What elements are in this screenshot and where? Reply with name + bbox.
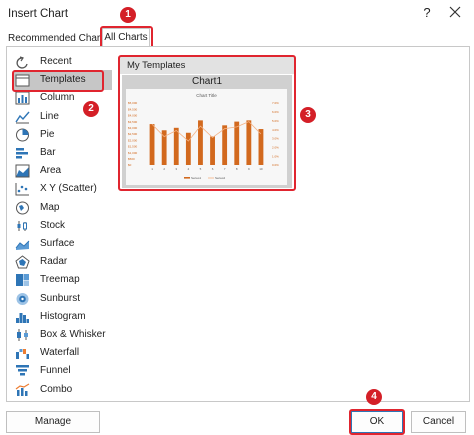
treemap-chart-icon <box>16 274 29 287</box>
sidebar-item-surface[interactable]: Surface <box>10 234 110 254</box>
sidebar-item-label: Radar <box>40 256 68 268</box>
funnel-chart-icon <box>16 365 29 376</box>
sidebar-item-label: Histogram <box>40 310 86 322</box>
manage-templates-button[interactable]: Manage Templates... <box>6 411 100 433</box>
radar-chart-icon <box>15 255 30 269</box>
sidebar-item-map[interactable]: Map <box>10 198 110 218</box>
waterfall-chart-icon <box>16 349 29 360</box>
sidebar-item-label: Pie <box>40 128 55 140</box>
sidebar-item-label: Funnel <box>40 365 71 377</box>
highlight-ok <box>349 409 405 435</box>
sidebar-item-label: Line <box>40 110 59 122</box>
sidebar-item-waterfall[interactable]: Waterfall <box>10 343 110 363</box>
sidebar-item-pie[interactable]: Pie <box>10 125 110 145</box>
sidebar-item-histogram[interactable]: Histogram <box>10 307 110 327</box>
stock-chart-icon <box>17 220 27 231</box>
sidebar-item-sunburst[interactable]: Sunburst <box>10 289 110 309</box>
sidebar-item-label: Combo <box>40 383 73 395</box>
cancel-button[interactable]: Cancel <box>411 411 466 433</box>
sidebar-item-x-y-scatter[interactable]: X Y (Scatter) <box>10 179 110 199</box>
sidebar-item-label: Waterfall <box>40 347 80 359</box>
sidebar-item-label: Recent <box>40 56 72 67</box>
sidebar-item-label: Column <box>40 92 75 104</box>
sidebar-item-box-whisker[interactable]: Box & Whisker <box>10 325 110 345</box>
map-chart-icon <box>16 201 29 215</box>
highlight-template <box>118 55 296 191</box>
sidebar-item-label: Box & Whisker <box>40 329 106 340</box>
bar-chart-icon <box>16 148 28 159</box>
sidebar-item-bar[interactable]: Bar <box>10 143 110 163</box>
sidebar-item-label: Bar <box>40 147 56 158</box>
recent-icon <box>16 56 28 69</box>
highlight-templates <box>12 70 104 92</box>
sidebar-item-label: Treemap <box>40 274 80 286</box>
callout-badge-3: 3 <box>300 107 316 123</box>
box-whisker-chart-icon <box>17 329 28 341</box>
title-bar: Insert Chart ? <box>0 0 474 28</box>
sidebar-item-radar[interactable]: Radar <box>10 252 110 272</box>
callout-badge-4: 4 <box>366 389 382 405</box>
scatter-chart-icon <box>15 183 29 196</box>
help-button[interactable]: ? <box>420 5 434 20</box>
sunburst-chart-icon <box>16 292 29 305</box>
histogram-chart-icon <box>16 312 29 323</box>
close-icon[interactable] <box>446 3 464 21</box>
column-chart-icon <box>15 91 30 105</box>
sidebar-item-recent[interactable]: Recent <box>10 52 110 72</box>
area-chart-icon <box>15 164 30 178</box>
sidebar-item-label: Map <box>40 201 60 213</box>
sidebar-item-funnel[interactable]: Funnel <box>10 361 110 381</box>
sidebar-item-label: X Y (Scatter) <box>40 183 97 195</box>
pie-chart-icon <box>16 128 29 142</box>
surface-chart-icon <box>15 240 30 250</box>
sidebar-item-label: Sunburst <box>40 292 81 304</box>
tab-recommended-charts[interactable]: Recommended Charts <box>8 33 108 44</box>
sidebar-item-treemap[interactable]: Treemap <box>10 270 110 290</box>
window-title: Insert Chart <box>8 8 69 20</box>
sidebar-item-label: Stock <box>40 219 66 231</box>
sidebar-item-label: Surface <box>40 238 75 249</box>
sidebar-item-combo[interactable]: Combo <box>10 380 110 400</box>
sidebar-item-label: Area <box>40 165 62 177</box>
line-chart-icon <box>15 111 30 124</box>
callout-badge-2: 2 <box>83 101 99 117</box>
combo-chart-icon <box>15 383 30 396</box>
sidebar-item-stock[interactable]: Stock <box>10 216 110 236</box>
sidebar-item-area[interactable]: Area <box>10 161 110 181</box>
callout-badge-1: 1 <box>120 7 136 23</box>
